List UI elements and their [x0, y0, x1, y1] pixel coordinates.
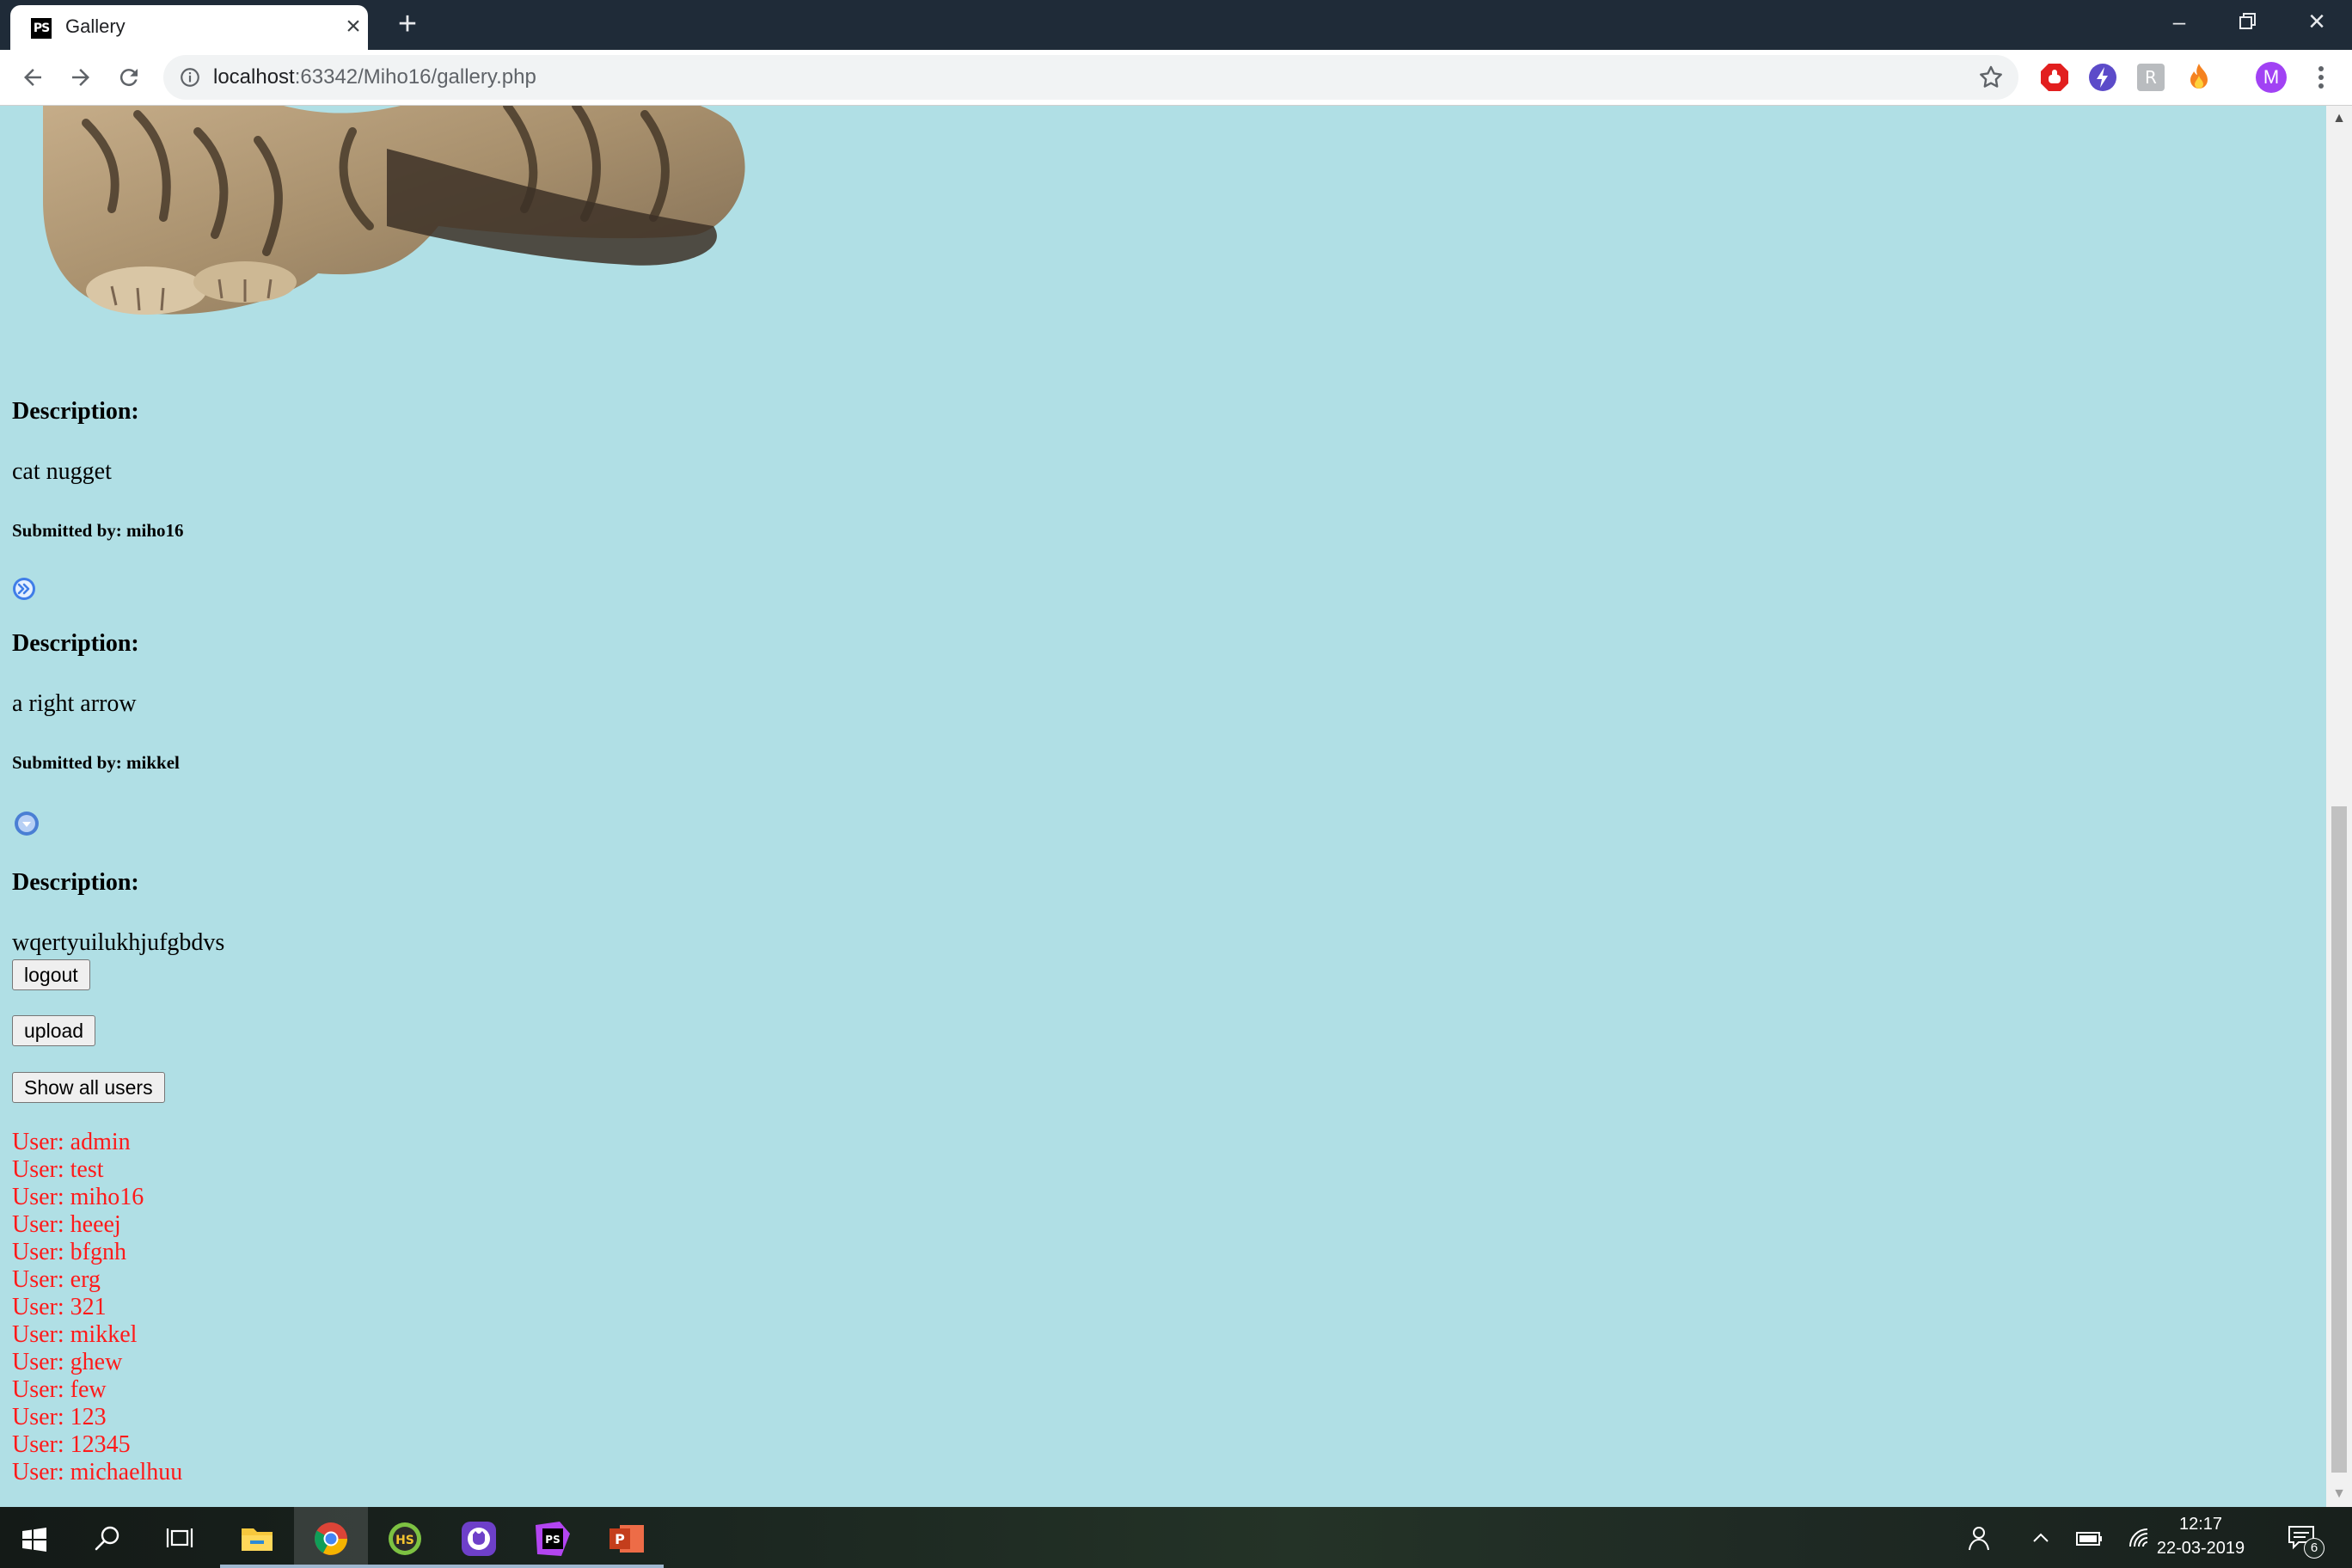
url-text[interactable]: localhost:63342/Miho16/gallery.php: [213, 65, 536, 89]
description-heading: Description:: [12, 630, 139, 657]
chrome-icon: [315, 1522, 347, 1555]
new-tab-button[interactable]: +: [389, 5, 426, 43]
user-list-item: User: ghew: [12, 1349, 123, 1375]
address-bar[interactable]: localhost:63342/Miho16/gallery.php: [163, 55, 2018, 100]
running-indicator: [368, 1565, 442, 1568]
people-icon[interactable]: [1965, 1524, 1996, 1552]
running-indicator: [442, 1565, 516, 1568]
browser-tab[interactable]: PS Gallery ×: [10, 5, 368, 50]
scroll-up-arrow-icon[interactable]: ▲: [2326, 106, 2352, 132]
taskbar-chrome[interactable]: [294, 1507, 368, 1568]
svg-text:HS: HS: [395, 1534, 414, 1547]
search-icon[interactable]: [93, 1524, 122, 1553]
user-list-item: User: mikkel: [12, 1321, 138, 1348]
user-list-item: User: test: [12, 1156, 104, 1183]
bookmark-star-icon[interactable]: [1977, 64, 2005, 91]
url-host: localhost: [213, 65, 295, 89]
window-minimize-icon[interactable]: –: [2149, 0, 2209, 43]
grey-extension-icon[interactable]: R: [2135, 62, 2166, 93]
adblock-extension-icon[interactable]: [2039, 62, 2070, 93]
user-list-item: User: few: [12, 1376, 107, 1403]
folder-icon: [242, 1528, 273, 1551]
info-icon[interactable]: [179, 66, 201, 89]
github-icon: [462, 1522, 496, 1556]
upload-button[interactable]: upload: [12, 1015, 96, 1046]
action-center[interactable]: 6: [2287, 1521, 2324, 1559]
right-arrow-image-icon: [13, 578, 35, 600]
taskbar-file-explorer[interactable]: [220, 1507, 294, 1568]
user-list-item: User: 321: [12, 1294, 107, 1320]
tab-close-icon[interactable]: ×: [339, 12, 368, 41]
powerpoint-icon: P: [609, 1525, 644, 1553]
submitted-by: Submitted by: mikkel: [12, 752, 180, 773]
running-indicator: [220, 1565, 294, 1568]
task-view-icon[interactable]: [165, 1526, 194, 1552]
scrollbar-thumb[interactable]: [2331, 806, 2347, 1473]
blue-orb-image-icon: [15, 812, 39, 836]
show-hidden-icons-chevron-icon[interactable]: [2025, 1524, 2056, 1552]
browser-toolbar: localhost:63342/Miho16/gallery.php R M: [0, 50, 2352, 106]
user-list-item: User: 123: [12, 1404, 107, 1430]
back-arrow-icon[interactable]: [14, 58, 52, 96]
forward-arrow-icon[interactable]: [62, 58, 100, 96]
description-text: wqertyuilukhjufgbdvs: [12, 929, 225, 956]
reload-icon[interactable]: [110, 58, 148, 96]
taskbar-hotspot-shield[interactable]: HS: [368, 1507, 442, 1568]
clock-time: 12:17: [2178, 1515, 2223, 1534]
battery-icon[interactable]: [2073, 1524, 2104, 1552]
hotspot-shield-icon: HS: [389, 1522, 421, 1555]
windows-taskbar: HS PS P 12:17 22-03-2019 6: [0, 1507, 2352, 1568]
show-all-users-button[interactable]: Show all users: [12, 1072, 165, 1103]
svg-text:PS: PS: [545, 1534, 560, 1546]
svg-text:R: R: [2145, 67, 2157, 88]
running-indicator: [294, 1565, 368, 1568]
user-list-item: User: 12345: [12, 1431, 131, 1458]
logout-button[interactable]: logout: [12, 959, 90, 990]
url-path: :63342/Miho16/gallery.php: [294, 65, 536, 89]
windows-start-icon[interactable]: [22, 1528, 46, 1552]
description-heading: Description:: [12, 398, 139, 425]
browser-menu-icon[interactable]: [2304, 60, 2338, 95]
notification-badge: 6: [2304, 1538, 2324, 1559]
cat-image: [43, 106, 745, 315]
fire-extension-icon[interactable]: [2184, 62, 2214, 93]
phpstorm-icon: PS: [536, 1522, 570, 1556]
taskbar-github-desktop[interactable]: [442, 1507, 516, 1568]
description-text: a right arrow: [12, 690, 137, 717]
svg-text:P: P: [615, 1531, 625, 1547]
user-list-item: User: michaelhuu: [12, 1459, 183, 1485]
taskbar-powerpoint[interactable]: P: [590, 1507, 664, 1568]
taskbar-phpstorm[interactable]: PS: [516, 1507, 590, 1568]
browser-titlebar: PS Gallery × + – ×: [0, 0, 2352, 50]
clock[interactable]: 12:17 22-03-2019: [2149, 1512, 2252, 1560]
description-heading: Description:: [12, 869, 139, 896]
window-close-icon[interactable]: ×: [2287, 0, 2347, 43]
users-list: User: admin User: test User: miho16 User…: [12, 1129, 182, 1486]
profile-avatar[interactable]: M: [2256, 62, 2287, 93]
clock-date: 22-03-2019: [2156, 1539, 2245, 1558]
running-indicator: [516, 1565, 590, 1568]
user-list-item: User: erg: [12, 1266, 101, 1293]
user-list-item: User: admin: [12, 1129, 131, 1155]
submitted-by: Submitted by: miho16: [12, 520, 184, 541]
user-list-item: User: heeej: [12, 1211, 121, 1238]
user-list-item: User: bfgnh: [12, 1239, 126, 1265]
window-restore-icon[interactable]: [2218, 0, 2278, 43]
description-text: cat nugget: [12, 458, 112, 485]
tab-title: Gallery: [65, 15, 126, 37]
running-indicator: [590, 1565, 664, 1568]
scroll-down-arrow-icon[interactable]: ▼: [2326, 1481, 2352, 1507]
phpstorm-favicon-icon: PS: [31, 18, 52, 39]
lightning-extension-icon[interactable]: [2087, 62, 2118, 93]
user-list-item: User: miho16: [12, 1184, 144, 1210]
page-content: Description: cat nugget Submitted by: mi…: [0, 106, 2326, 1507]
page-scrollbar[interactable]: ▲ ▼: [2326, 106, 2352, 1507]
